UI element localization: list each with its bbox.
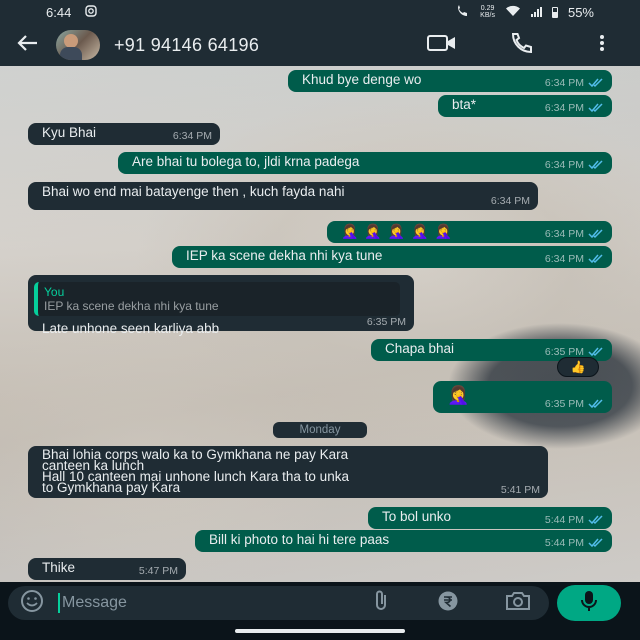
double-check-icon: [588, 160, 604, 170]
message-time: 6:34 PM: [545, 101, 604, 115]
reply-text: IEP ka scene dekha nhi kya tune: [44, 299, 219, 313]
message-time: 5:44 PM: [545, 513, 604, 527]
double-check-icon: [588, 78, 604, 88]
gesture-nav-bar[interactable]: [235, 629, 405, 633]
date-separator: Monday: [273, 422, 367, 438]
double-check-icon: [588, 538, 604, 548]
signal-icon: [530, 7, 542, 17]
message-time: 6:34 PM: [490, 195, 530, 207]
chat-header: +91 94146 64196: [0, 24, 640, 66]
message-time: 6:34 PM: [545, 158, 604, 172]
emoji-icon: [21, 589, 43, 612]
battery-percent: 55%: [567, 4, 594, 20]
thumbs-up-icon: 👍: [570, 360, 586, 374]
message-text: Late unhone seen karliya abb: [42, 321, 220, 336]
wifi-icon: [505, 5, 521, 20]
arrow-left-icon: [16, 34, 38, 57]
wifi-call-icon: [456, 4, 470, 20]
mic-icon: [581, 590, 597, 617]
phone-icon: [510, 32, 534, 59]
message-time: 5:47 PM: [138, 565, 178, 577]
video-call-icon: [427, 34, 457, 57]
message-time: 6:34 PM: [545, 76, 604, 90]
camera-button[interactable]: [505, 591, 531, 616]
avatar[interactable]: [56, 30, 100, 60]
message-time: 5:41 PM: [500, 484, 540, 496]
voice-message-button[interactable]: [557, 585, 621, 621]
attach-button[interactable]: [373, 590, 391, 617]
rupee-icon: [438, 591, 458, 610]
message-field[interactable]: [8, 586, 549, 620]
message-bubble[interactable]: Bill ki photo to hai hi tere paas 5:44 P…: [195, 530, 612, 552]
status-bar: 6:44 0.29 KB/s 55%: [0, 0, 640, 24]
message-text: Are bhai tu bolega to, jldi krna padega: [132, 154, 360, 169]
message-time: 6:35 PM: [545, 397, 604, 411]
battery-icon: [551, 6, 558, 18]
message-time: 6:34 PM: [545, 252, 604, 266]
reaction-badge[interactable]: 👍: [557, 357, 599, 377]
message-bubble[interactable]: To bol unko 5:44 PM: [368, 507, 612, 529]
status-time: 6:44: [46, 4, 72, 20]
message-bubble[interactable]: 🤦‍♀️🤦‍♀️🤦‍♀️🤦‍♀️🤦‍♀️ 6:34 PM: [327, 221, 612, 243]
message-time: 6:34 PM: [545, 227, 604, 241]
voice-call-button[interactable]: [508, 31, 536, 59]
chat-area[interactable]: Khud bye denge wo 6:34 PM bta* 6:34 PM K…: [0, 66, 640, 582]
message-bubble[interactable]: IEP ka scene dekha nhi kya tune 6:34 PM: [172, 246, 612, 268]
reply-author: You: [44, 285, 65, 299]
message-bubble[interactable]: Bhai lohia corps walo ka to Gymkhana ne …: [28, 446, 548, 498]
double-check-icon: [588, 229, 604, 239]
double-check-icon: [588, 103, 604, 113]
more-options-button[interactable]: [588, 31, 616, 59]
back-button[interactable]: [14, 32, 40, 58]
message-bubble[interactable]: Bhai wo end mai batayenge then , kuch fa…: [28, 182, 538, 210]
video-call-button[interactable]: [427, 31, 457, 59]
message-text: Bhai wo end mai batayenge then , kuch fa…: [42, 184, 345, 199]
network-speed: 0.29 KB/s: [480, 5, 495, 19]
message-bubble[interactable]: Are bhai tu bolega to, jldi krna padega …: [118, 152, 612, 174]
message-bubble[interactable]: Khud bye denge wo 6:34 PM: [288, 70, 612, 92]
more-vert-icon: [599, 34, 605, 57]
message-time: 5:44 PM: [545, 536, 604, 550]
message-bubble[interactable]: 🤦‍♀️ 6:35 PM: [433, 381, 612, 413]
camera-icon: [506, 591, 530, 610]
double-check-icon: [588, 515, 604, 525]
message-bubble[interactable]: Kyu Bhai 6:34 PM: [28, 123, 220, 145]
message-text: IEP ka scene dekha nhi kya tune: [186, 248, 383, 263]
double-check-icon: [588, 254, 604, 264]
message-input[interactable]: [58, 593, 318, 613]
quoted-reply[interactable]: You IEP ka scene dekha nhi kya tune: [34, 282, 400, 316]
payment-button[interactable]: [437, 590, 459, 617]
message-time: 6:34 PM: [172, 130, 212, 142]
double-check-icon: [588, 347, 604, 357]
paperclip-icon: [376, 590, 386, 610]
contact-name[interactable]: +91 94146 64196: [114, 35, 259, 56]
emoji-button[interactable]: [20, 589, 44, 618]
double-check-icon: [588, 399, 604, 409]
message-bubble[interactable]: Thike 5:47 PM: [28, 558, 186, 580]
reply-message-bubble[interactable]: You IEP ka scene dekha nhi kya tune Late…: [28, 275, 414, 336]
message-bubble[interactable]: bta* 6:34 PM: [438, 95, 612, 117]
notification-icon: [85, 4, 98, 20]
message-time: 6:35 PM: [366, 316, 406, 328]
